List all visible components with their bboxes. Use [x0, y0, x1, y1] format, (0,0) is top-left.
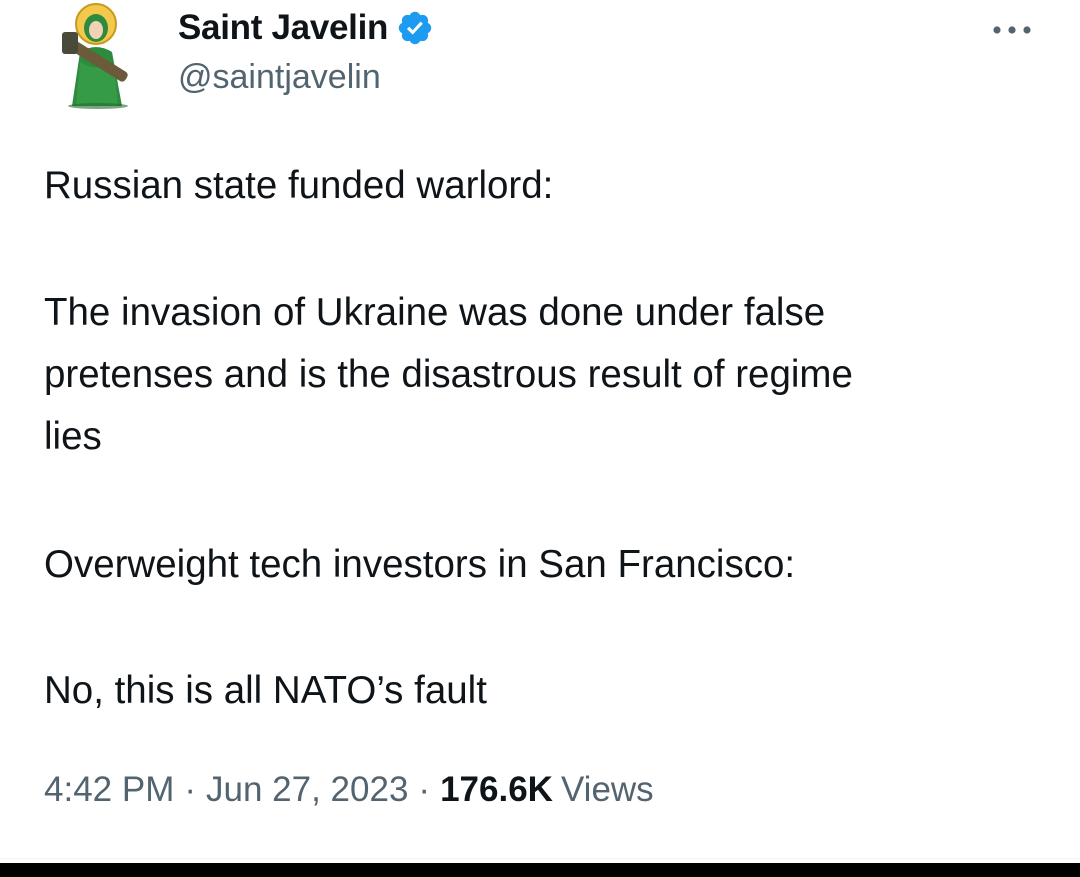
tweet: Saint Javelin @saintjavelin Russian stat… — [0, 0, 1080, 877]
tweet-text-line: The invasion of Ukraine was done under f… — [44, 291, 826, 334]
tweet-text-line: lies — [44, 415, 102, 458]
tweet-text-line: No, this is all NATO’s fault — [44, 669, 487, 712]
tweet-text-line: pretenses and is the disastrous result o… — [44, 353, 853, 396]
views-count[interactable]: 176.6K — [440, 770, 553, 810]
tweet-metadata: 4:42 PM · Jun 27, 2023 · 176.6K Views — [44, 766, 654, 814]
tweet-date[interactable]: Jun 27, 2023 — [206, 770, 408, 810]
bottom-edge-bar — [0, 863, 1080, 877]
more-options-icon[interactable] — [990, 16, 1034, 44]
views-label[interactable]: Views — [561, 770, 654, 810]
meta-separator: · — [418, 770, 431, 809]
verified-badge-icon[interactable] — [396, 9, 434, 47]
tweet-text-line: Russian state funded warlord: — [44, 164, 554, 207]
divider — [0, 858, 1080, 859]
display-name-row: Saint Javelin — [178, 6, 434, 50]
avatar[interactable] — [52, 2, 144, 110]
tweet-time[interactable]: 4:42 PM — [44, 770, 174, 810]
display-name[interactable]: Saint Javelin — [178, 8, 388, 48]
meta-separator: · — [184, 770, 197, 809]
user-handle[interactable]: @saintjavelin — [178, 58, 381, 97]
tweet-text-line: Overweight tech investors in San Francis… — [44, 543, 796, 586]
tweet-header: Saint Javelin @saintjavelin — [0, 0, 1080, 120]
saint-javelin-avatar-icon — [62, 3, 128, 109]
